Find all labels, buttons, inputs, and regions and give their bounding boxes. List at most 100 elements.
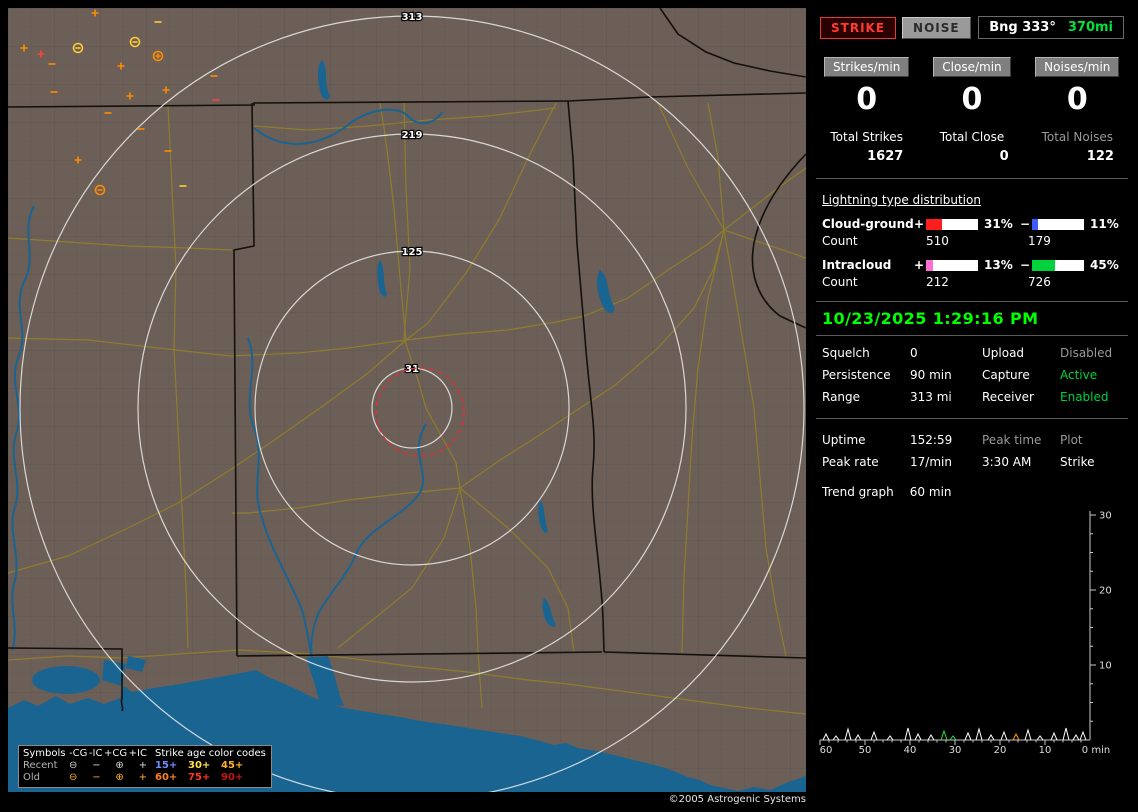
trend-graph-canvas: 3020106050403020100 min [818, 507, 1130, 757]
peak-rate-value: 17/min [910, 455, 982, 469]
svg-text:50: 50 [859, 745, 872, 756]
legend-header-row: Symbols -CG -IC +CG +IC Strike age color… [23, 748, 267, 760]
legend-column-headers: -CG -IC +CG +IC [69, 748, 155, 760]
svg-text:30: 30 [949, 745, 962, 756]
age-15: 15+ [155, 760, 188, 772]
cg-minus-bar [1032, 219, 1084, 230]
capture-label: Capture [982, 368, 1060, 382]
trend-graph-label: Trend graph [822, 485, 894, 499]
legend-symbols-label: Symbols [23, 748, 69, 760]
bearing-distance: 370mi [1068, 20, 1113, 35]
svg-text:20: 20 [994, 745, 1007, 756]
circle-plus-icon: ⊕ [115, 760, 123, 772]
legend-col-pcg: +CG [104, 748, 127, 760]
legend-col-ncg: -CG [69, 748, 87, 760]
intracloud-counts: Count 212 726 [822, 275, 1130, 289]
legend-recent-symbols: ⊖ − ⊕ + [69, 760, 155, 772]
strike-indicator[interactable]: STRIKE [820, 17, 896, 39]
trend-graph-header: Trend graph 60 min [822, 485, 1130, 499]
close-per-min-column: Close/min 0 Total Close 0 [919, 57, 1024, 164]
svg-text:10: 10 [1039, 745, 1052, 756]
trend-window-value: 60 min [910, 485, 952, 499]
svg-text:10: 10 [1099, 661, 1112, 672]
persistence-label: Persistence [822, 368, 910, 382]
total-close-label: Total Close [919, 130, 1024, 144]
strikes-per-min-column: Strikes/min 0 Total Strikes 1627 [814, 57, 919, 164]
age-45: 45+ [221, 760, 254, 772]
plus-sign: + [914, 258, 926, 272]
circle-minus-icon: ⊖ [69, 772, 77, 784]
minus-sign: − [1020, 258, 1032, 272]
svg-text:0 min: 0 min [1082, 745, 1110, 756]
app-window: 313 219 125 31 Symbols -CG -IC +CG +IC Stri… [0, 0, 1138, 812]
distribution-section: Lightning type distribution Cloud-ground… [814, 193, 1130, 289]
range-label: Range [822, 390, 910, 404]
range-value: 313 mi [910, 390, 982, 404]
noise-indicator[interactable]: NOISE [902, 17, 971, 39]
trend-graph: 3020106050403020100 min [818, 507, 1130, 760]
svg-text:60: 60 [820, 745, 833, 756]
legend-old-ages: 60+ 75+ 90+ [155, 772, 267, 784]
minus-sign: − [1020, 217, 1032, 231]
intracloud-label: Intracloud [822, 258, 914, 272]
status-panel: STRIKE NOISE Bng 333° 370mi Strikes/min … [814, 8, 1130, 804]
count-label: Count [822, 234, 926, 248]
strikes-per-min-button[interactable]: Strikes/min [824, 57, 909, 77]
age-75: 75+ [188, 772, 221, 784]
minus-icon: − [92, 760, 100, 772]
rate-counters: Strikes/min 0 Total Strikes 1627 Close/m… [814, 57, 1130, 164]
cloud-ground-row: Cloud-ground + 31% − 11% [822, 217, 1130, 231]
legend-recent-ages: 15+ 30+ 45+ [155, 760, 267, 772]
noises-per-min-button[interactable]: Noises/min [1035, 57, 1119, 77]
close-per-min-button[interactable]: Close/min [933, 57, 1010, 77]
age-90: 90+ [221, 772, 254, 784]
datetime-display: 10/23/2025 1:29:16 PM [816, 301, 1128, 336]
age-30: 30+ [188, 760, 221, 772]
legend-col-pic: +IC [129, 748, 147, 760]
legend-col-nic: -IC [89, 748, 103, 760]
uptime-label: Uptime [822, 433, 910, 447]
receiver-status: Enabled [1060, 390, 1130, 404]
intracloud-row: Intracloud + 13% − 45% [822, 258, 1130, 272]
svg-text:125: 125 [402, 247, 423, 258]
svg-text:219: 219 [402, 130, 423, 141]
map-view[interactable]: 313 219 125 31 Symbols -CG -IC +CG +IC Stri… [8, 8, 806, 792]
total-noises-label: Total Noises [1025, 130, 1130, 144]
svg-text:31: 31 [405, 364, 419, 375]
upload-status: Disabled [1060, 346, 1130, 360]
legend-recent-label: Recent [23, 760, 69, 772]
separator [816, 178, 1128, 179]
strikes-per-min-value: 0 [814, 82, 919, 117]
noises-per-min-value: 0 [1025, 82, 1130, 117]
stats-grid: Uptime 152:59 Peak time Plot Peak rate 1… [822, 433, 1130, 469]
ic-plus-count: 212 [926, 275, 1028, 289]
ic-minus-percent: 45% [1088, 258, 1130, 272]
strike-legend: Symbols -CG -IC +CG +IC Strike age color… [18, 745, 272, 788]
legend-recent-row: Recent ⊖ − ⊕ + 15+ 30+ 45+ [23, 760, 267, 772]
svg-text:313: 313 [402, 12, 423, 23]
cloud-ground-label: Cloud-ground [822, 217, 914, 231]
cg-plus-percent: 31% [982, 217, 1020, 231]
cloud-ground-counts: Count 510 179 [822, 234, 1130, 248]
count-label: Count [822, 275, 926, 289]
squelch-value: 0 [910, 346, 982, 360]
indicator-bar: STRIKE NOISE Bng 333° 370mi [820, 16, 1124, 39]
total-strikes-value: 1627 [814, 149, 919, 164]
peak-rate-label: Peak rate [822, 455, 910, 469]
cg-minus-count: 179 [1028, 234, 1130, 248]
settings-grid: Squelch 0 Upload Disabled Persistence 90… [822, 346, 1130, 404]
legend-old-row: Old ⊖ − ⊕ + 60+ 75+ 90+ [23, 772, 267, 784]
capture-status: Active [1060, 368, 1130, 382]
minus-icon: − [92, 772, 100, 784]
plus-sign: + [914, 217, 926, 231]
bearing-label: Bng 333° [989, 20, 1056, 35]
persistence-value: 90 min [910, 368, 982, 382]
cg-plus-count: 510 [926, 234, 1028, 248]
map-canvas: 313 219 125 31 [8, 8, 806, 792]
total-strikes-label: Total Strikes [814, 130, 919, 144]
plus-icon: + [139, 772, 147, 784]
cg-minus-percent: 11% [1088, 217, 1130, 231]
ic-minus-bar [1032, 260, 1084, 271]
ic-minus-count: 726 [1028, 275, 1130, 289]
ic-plus-bar [926, 260, 978, 271]
